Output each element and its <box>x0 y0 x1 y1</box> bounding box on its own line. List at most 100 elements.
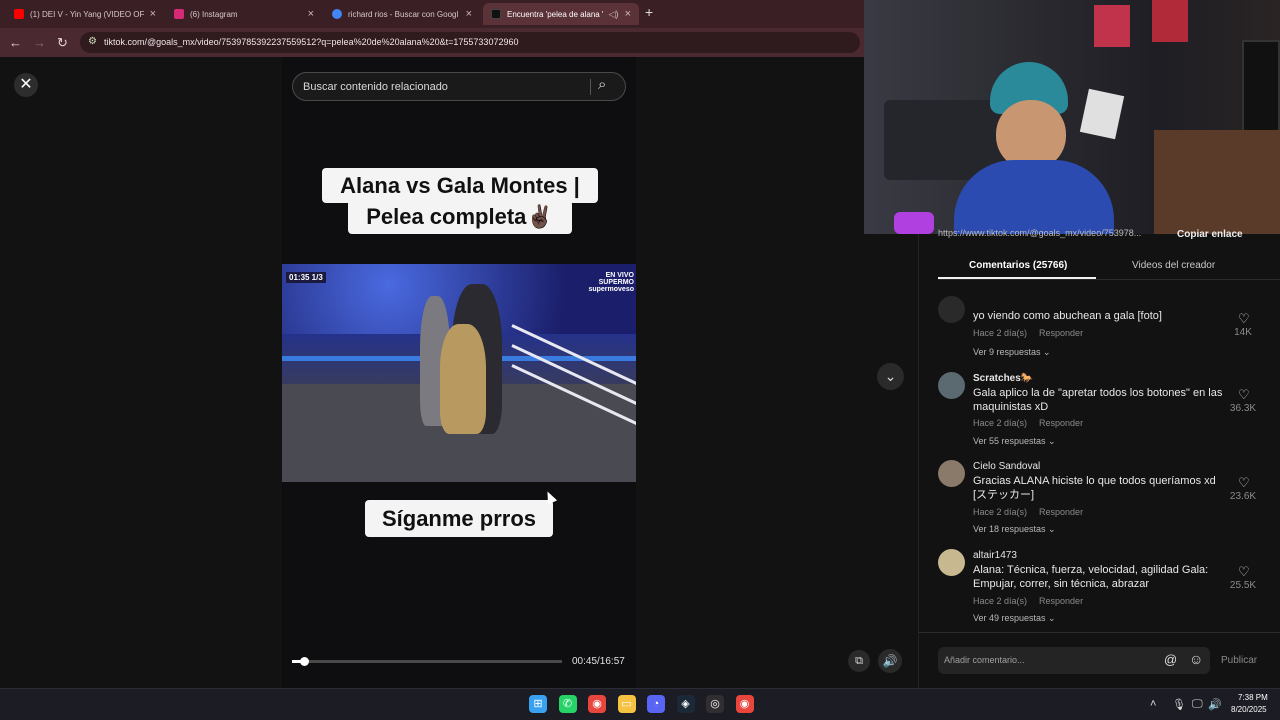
network-icon[interactable]: 🖵 <box>1192 698 1203 711</box>
site-info-icon[interactable]: ⚙ <box>88 36 97 47</box>
view-replies-button[interactable]: Ver 55 respuestas ⌄ <box>973 436 1056 447</box>
volume-icon: 🔊 <box>882 654 898 668</box>
comment-date: Hace 2 día(s) <box>973 596 1028 606</box>
comment-item: altair1473 Alana: Técnica, fuerza, veloc… <box>938 549 1268 629</box>
instagram-icon <box>174 9 184 19</box>
avatar[interactable] <box>938 296 965 323</box>
rgb-light <box>894 212 934 234</box>
comment-text: Gala aplico la de "apretar todos los bot… <box>973 387 1223 413</box>
address-bar-row: ← → ↻ ⚙ tiktok.com/@goals_mx/video/75397… <box>0 28 864 57</box>
related-search-input[interactable]: Buscar contenido relacionado ⌕ <box>292 72 626 101</box>
comment-meta: Hace 2 día(s) Responder <box>973 418 1083 428</box>
url-field[interactable]: ⚙ tiktok.com/@goals_mx/video/75397853922… <box>80 32 860 53</box>
wall-poster <box>1152 0 1188 42</box>
avatar[interactable] <box>938 549 965 576</box>
clock-time[interactable]: 7:38 PM <box>1238 693 1268 702</box>
comment-username[interactable]: Cielo Sandoval <box>973 461 1040 472</box>
clock-date[interactable]: 8/20/2025 <box>1231 705 1267 714</box>
view-replies-button[interactable]: Ver 49 respuestas ⌄ <box>973 613 1056 624</box>
reply-button[interactable]: Responder <box>1039 418 1083 428</box>
close-icon[interactable]: × <box>466 8 472 20</box>
tab-instagram[interactable]: (6) Instagram × <box>166 3 322 25</box>
back-icon[interactable]: ← <box>9 35 22 50</box>
comment-text: yo viendo como abuchean a gala [foto] <box>973 310 1162 322</box>
broadcast-logo: EN VIVO SUPERMO supermoveso <box>588 272 634 293</box>
volume-button[interactable]: 🔊 <box>878 649 902 673</box>
copy-link-button[interactable]: Copiar enlace <box>1177 229 1243 240</box>
mute-icon[interactable]: ◁) <box>609 9 619 20</box>
view-replies-button[interactable]: Ver 9 respuestas ⌄ <box>973 347 1051 358</box>
tab-creator-videos[interactable]: Videos del creador <box>1132 260 1215 271</box>
close-icon[interactable]: × <box>308 8 314 20</box>
discord-icon[interactable]: ◔ <box>647 695 665 713</box>
fight-video-frame: 01:35 1/3 EN VIVO SUPERMO supermoveso <box>282 264 636 482</box>
windows-start-icon[interactable]: ⊞ <box>529 695 547 713</box>
windows-taskbar <box>0 688 1280 720</box>
microphone-icon[interactable]: 🎙 <box>1172 698 1186 711</box>
tab-title: richard rios - Buscar con Googl <box>348 9 459 19</box>
steam-icon[interactable]: ◈ <box>676 695 695 713</box>
comment-meta: Hace 2 día(s) Responder <box>973 596 1083 606</box>
heart-icon[interactable]: ♡ <box>1238 564 1250 580</box>
reply-button[interactable]: Responder <box>1039 507 1083 517</box>
comment-input[interactable]: Añadir comentario... @ ☺ <box>938 647 1210 674</box>
search-icon[interactable]: ⌕ <box>598 76 606 93</box>
view-replies-button[interactable]: Ver 18 respuestas ⌄ <box>973 524 1056 535</box>
wall-poster <box>1094 5 1130 47</box>
divider <box>938 279 1280 280</box>
obs-icon[interactable]: ◎ <box>706 695 724 713</box>
like-count: 36.3K <box>1229 403 1257 414</box>
reply-button[interactable]: Responder <box>1039 596 1083 606</box>
close-icon[interactable]: × <box>625 8 631 20</box>
new-tab-button[interactable]: + <box>645 4 653 20</box>
tab-title: Encuentra 'pelea de alana ' <box>507 9 603 19</box>
whatsapp-icon[interactable]: ✆ <box>558 695 577 713</box>
avatar[interactable] <box>938 460 965 487</box>
chrome-icon-2[interactable]: ◉ <box>735 695 754 713</box>
heart-icon[interactable]: ♡ <box>1238 387 1250 403</box>
comment-text: Gracias ALANA hiciste lo que todos querí… <box>973 475 1216 501</box>
avatar[interactable] <box>938 372 965 399</box>
reload-icon[interactable]: ↻ <box>57 35 68 51</box>
close-icon[interactable]: × <box>150 8 156 20</box>
chrome-icon[interactable]: ◉ <box>588 695 606 713</box>
floor <box>1154 130 1280 234</box>
video-caption-title: Alana vs Gala Montes | <box>322 168 598 203</box>
comment-username[interactable]: altair1473 <box>973 550 1017 561</box>
picture-in-picture-button[interactable]: ⧉ <box>848 650 870 672</box>
like-count: 25.5K <box>1229 580 1257 591</box>
google-icon <box>332 9 342 19</box>
comment-item: yo viendo como abuchean a gala [foto] Ha… <box>938 296 1268 366</box>
tab-google[interactable]: richard rios - Buscar con Googl × <box>324 3 480 25</box>
comment-placeholder: Añadir comentario... <box>944 655 1025 665</box>
comment-username[interactable]: Scratches🐎 <box>973 373 1033 384</box>
reply-button[interactable]: Responder <box>1039 328 1083 338</box>
tab-youtube[interactable]: (1) DEI V - Yin Yang (VIDEO OFI × <box>6 3 164 25</box>
pip-icon: ⧉ <box>855 655 863 667</box>
video-time: 00:45/16:57 <box>572 656 625 667</box>
scoreboard: 01:35 1/3 <box>286 272 326 283</box>
comment-text: Alana: Técnica, fuerza, velocidad, agili… <box>973 564 1209 590</box>
tab-title: (1) DEI V - Yin Yang (VIDEO OFI <box>30 9 144 19</box>
publish-button[interactable]: Publicar <box>1221 655 1257 666</box>
next-video-button[interactable]: ⌄ <box>877 363 904 390</box>
like-count: 23.6K <box>1229 491 1257 502</box>
progress-track[interactable] <box>292 660 562 663</box>
close-video-button[interactable]: ✕ <box>14 73 38 97</box>
heart-icon[interactable]: ♡ <box>1238 475 1250 491</box>
comment-date: Hace 2 día(s) <box>973 418 1028 428</box>
tab-title: (6) Instagram <box>190 9 238 19</box>
tab-tiktok[interactable]: Encuentra 'pelea de alana ' ◁) × <box>483 3 639 25</box>
webcam-overlay <box>864 0 1280 234</box>
mention-icon[interactable]: @ <box>1164 652 1177 667</box>
chevron-down-icon: ⌄ <box>884 368 897 384</box>
chevron-up-icon[interactable]: ˄ <box>1150 698 1156 710</box>
emoji-icon[interactable]: ☺ <box>1189 651 1203 667</box>
file-explorer-icon[interactable]: ▭ <box>617 695 636 713</box>
speaker-icon[interactable]: 🔊 <box>1208 698 1222 711</box>
heart-icon[interactable]: ♡ <box>1238 311 1250 327</box>
forward-icon[interactable]: → <box>33 35 46 50</box>
tab-comments[interactable]: Comentarios (25766) <box>969 260 1067 271</box>
comment-item: Cielo Sandoval Gracias ALANA hiciste lo … <box>938 460 1268 540</box>
search-placeholder: Buscar contenido relacionado <box>303 81 448 93</box>
